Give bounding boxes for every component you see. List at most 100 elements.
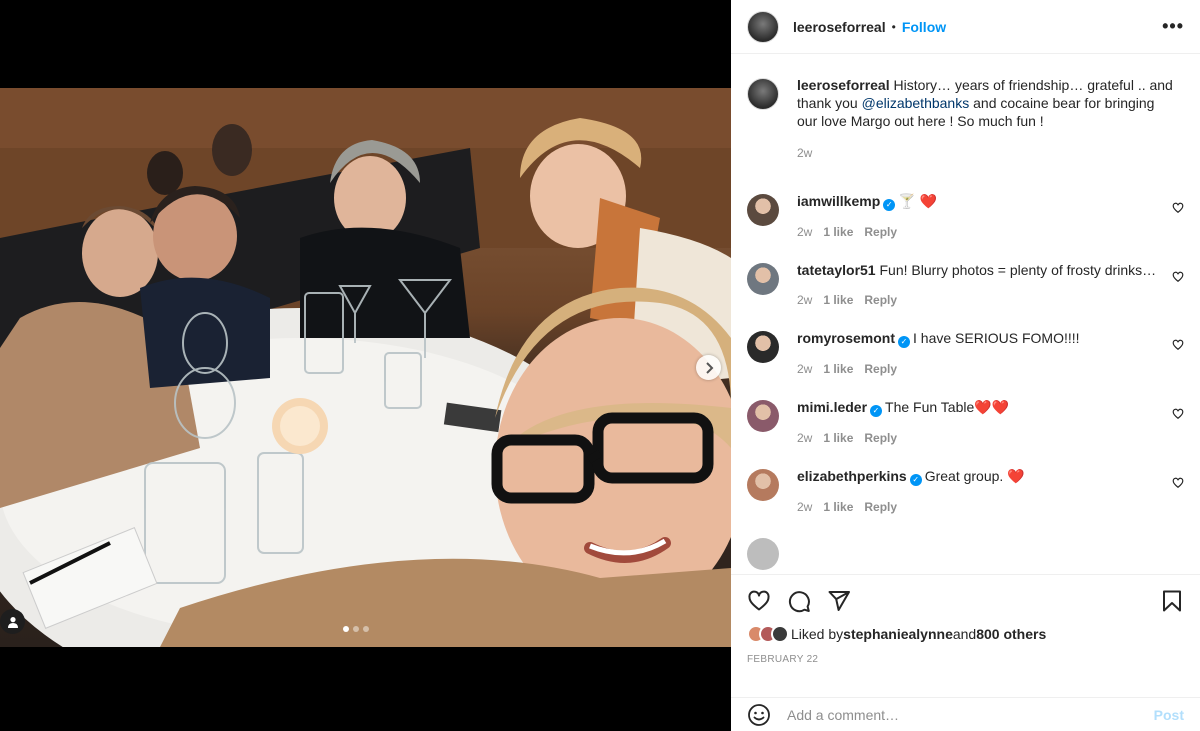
comment-body: tatetaylor51 Fun! Blurry photos = plenty… — [797, 261, 1177, 309]
save-button[interactable] — [1160, 589, 1184, 613]
post-sidebar: leeroseforreal • Follow ••• leeroseforre… — [731, 0, 1200, 731]
comment-reply-button[interactable]: Reply — [864, 360, 897, 378]
comment-item-partial — [747, 536, 1184, 570]
author-username[interactable]: leeroseforreal — [793, 19, 886, 35]
caption-meta: 2w — [797, 144, 1177, 162]
comment-like-icon[interactable] — [1172, 202, 1184, 214]
comment-meta: 2w 1 like Reply — [797, 360, 1177, 378]
post-actions: Liked by stephaniealynne and 800 others … — [731, 574, 1200, 665]
comment-input[interactable] — [787, 706, 1154, 723]
comment-time[interactable]: 2w — [797, 223, 812, 241]
comment-likes[interactable]: 1 like — [823, 291, 853, 309]
post-comment-button[interactable]: Post — [1154, 707, 1184, 723]
comment-like-icon[interactable] — [1172, 339, 1184, 351]
comment-item: romyrosemont ✓ I have SERIOUS FOMO!!!! 2w 1 … — [747, 329, 1184, 378]
comment-item: iamwillkemp ✓ 🍸 ❤️ 2w 1 like Reply — [747, 192, 1184, 241]
emoji-button[interactable] — [747, 703, 771, 727]
comment-body: romyrosemont ✓ I have SERIOUS FOMO!!!! 2w 1 … — [797, 329, 1177, 378]
comment-content: Great group. ❤️ — [924, 468, 1025, 484]
commenter-avatar[interactable] — [747, 538, 779, 570]
comments-list[interactable]: leeroseforreal History… years of friends… — [731, 55, 1200, 574]
add-comment-bar: Post — [731, 697, 1200, 731]
commenter-avatar[interactable] — [747, 331, 779, 363]
likes-user[interactable]: stephaniealynne — [843, 626, 953, 642]
commenter-username[interactable]: iamwillkemp — [797, 193, 880, 209]
comment-text: mimi.leder ✓ The Fun Table❤️❤️ — [797, 398, 1177, 417]
comment-meta: 2w 1 like Reply — [797, 223, 1177, 241]
heart-icon — [748, 590, 770, 611]
caption-body: leeroseforreal History… years of friends… — [797, 76, 1177, 162]
caption-mention[interactable]: @elizabethbanks — [862, 95, 970, 111]
verified-badge-icon: ✓ — [909, 474, 922, 486]
comment-like-icon[interactable] — [1172, 477, 1184, 489]
comment-like-icon[interactable] — [1172, 271, 1184, 283]
comment-item: elizabethperkins ✓ Great group. ❤️ 2w 1 like… — [747, 467, 1184, 516]
comment-icon — [788, 591, 810, 613]
verified-badge-icon: ✓ — [883, 199, 896, 211]
photo-illustration — [0, 88, 731, 647]
commenter-username[interactable]: romyrosemont — [797, 330, 895, 346]
comment-reply-button[interactable]: Reply — [864, 498, 897, 516]
comment-likes[interactable]: 1 like — [823, 498, 853, 516]
commenter-username[interactable]: tatetaylor51 — [797, 262, 876, 278]
comment-content: The Fun Table❤️❤️ — [885, 399, 1010, 415]
caption-text: leeroseforreal History… years of friends… — [797, 76, 1177, 130]
likes-others[interactable]: 800 others — [976, 626, 1046, 642]
comment-time[interactable]: 2w — [797, 360, 812, 378]
liker-avatar — [771, 625, 789, 643]
post-date[interactable]: February 22 — [747, 654, 1184, 665]
carousel-dot-active — [343, 626, 349, 632]
comment-reply-button[interactable]: Reply — [864, 429, 897, 447]
comment-time[interactable]: 2w — [797, 291, 812, 309]
user-icon — [7, 616, 18, 628]
commenter-avatar[interactable] — [747, 469, 779, 501]
more-options-icon[interactable]: ••• — [1162, 16, 1184, 37]
comment-reply-button[interactable]: Reply — [864, 291, 897, 309]
next-slide-button[interactable] — [696, 355, 721, 380]
comment-button[interactable] — [787, 589, 811, 613]
comment-text: iamwillkemp ✓ 🍸 ❤️ — [797, 192, 1177, 211]
tagged-users-button[interactable] — [0, 609, 25, 634]
comment-body: elizabethperkins ✓ Great group. ❤️ 2w 1 like… — [797, 467, 1177, 516]
emoji-icon — [748, 703, 770, 726]
share-button[interactable] — [827, 589, 851, 613]
bookmark-icon — [1163, 590, 1181, 612]
caption-time[interactable]: 2w — [797, 144, 812, 162]
comment-content: 🍸 ❤️ — [898, 193, 938, 209]
action-icons — [747, 575, 1184, 627]
carousel-indicator — [343, 626, 369, 632]
comment-likes[interactable]: 1 like — [823, 429, 853, 447]
caption-username[interactable]: leeroseforreal — [797, 77, 890, 93]
liker-avatars[interactable] — [747, 625, 789, 643]
like-button[interactable] — [747, 589, 771, 613]
comment-likes[interactable]: 1 like — [823, 223, 853, 241]
author-avatar[interactable] — [747, 10, 779, 43]
comment-time[interactable]: 2w — [797, 429, 812, 447]
comment-reply-button[interactable]: Reply — [864, 223, 897, 241]
comment-likes[interactable]: 1 like — [823, 360, 853, 378]
comment-like-icon[interactable] — [1172, 408, 1184, 420]
carousel-dot — [363, 626, 369, 632]
comment-item: tatetaylor51 Fun! Blurry photos = plenty… — [747, 261, 1184, 309]
likes-summary: Liked by stephaniealynne and 800 others — [747, 625, 1184, 643]
likes-and: and — [952, 626, 977, 642]
follow-button[interactable]: Follow — [902, 19, 946, 35]
comment-body: mimi.leder ✓ The Fun Table❤️❤️ 2w 1 like Repl… — [797, 398, 1177, 447]
commenter-avatar[interactable] — [747, 400, 779, 432]
post-photo[interactable] — [0, 88, 731, 647]
caption: leeroseforreal History… years of friends… — [747, 76, 1184, 162]
comment-rows: iamwillkemp ✓ 🍸 ❤️ 2w 1 like Reply tatetaylor5… — [747, 192, 1184, 570]
commenter-avatar[interactable] — [747, 194, 779, 226]
paper-plane-icon — [828, 591, 850, 611]
comment-meta: 2w 1 like Reply — [797, 429, 1177, 447]
post-header: leeroseforreal • Follow ••• — [731, 0, 1200, 54]
commenter-username[interactable]: mimi.leder — [797, 399, 867, 415]
comment-body: iamwillkemp ✓ 🍸 ❤️ 2w 1 like Reply — [797, 192, 1177, 241]
verified-badge-icon: ✓ — [870, 405, 883, 417]
commenter-avatar[interactable] — [747, 263, 779, 295]
verified-badge-icon: ✓ — [898, 336, 911, 348]
comment-content: I have SERIOUS FOMO!!!! — [913, 330, 1080, 346]
commenter-username[interactable]: elizabethperkins — [797, 468, 907, 484]
comment-time[interactable]: 2w — [797, 498, 812, 516]
caption-avatar[interactable] — [747, 78, 779, 110]
